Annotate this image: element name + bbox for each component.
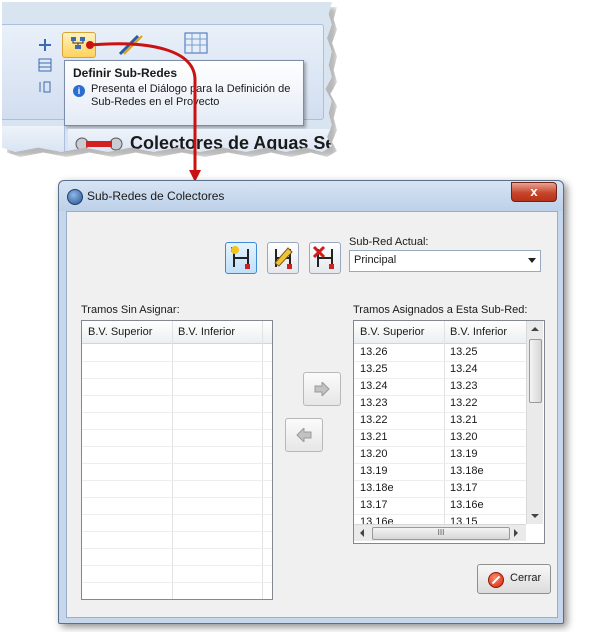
cell-bv-superior: 13.25	[360, 363, 388, 375]
assigned-grid[interactable]: B.V. Superior B.V. Inferior 13.26 13.25 13…	[353, 320, 545, 544]
cerrar-button-label: Cerrar	[510, 572, 542, 584]
move-right-button[interactable]	[303, 372, 341, 406]
assigned-vertical-scrollbar[interactable]	[526, 321, 543, 524]
ribbon-small-icon-2[interactable]	[38, 58, 52, 72]
unassigned-grid[interactable]: B.V. Superior B.V. Inferior	[81, 320, 273, 600]
dialog-title: Sub-Redes de Colectores	[87, 189, 225, 203]
table-row[interactable]: 13.23 13.22	[354, 395, 526, 413]
cell-bv-inferior: 13.17	[450, 482, 478, 494]
table-row[interactable]	[82, 531, 272, 549]
table-row[interactable]: 13.18e 13.17	[354, 480, 526, 498]
cell-bv-inferior: 13.25	[450, 346, 478, 358]
pencil-ruler-icon[interactable]	[118, 32, 144, 56]
unassigned-grid-header: B.V. Superior B.V. Inferior	[82, 321, 272, 344]
assigned-label: Tramos Asignados a Esta Sub-Red:	[353, 304, 528, 316]
table-row[interactable]	[82, 582, 272, 599]
col-bv-inferior[interactable]: B.V. Inferior	[178, 326, 235, 338]
delete-subred-icon	[312, 245, 334, 269]
dialog-client-area: Sub-Red Actual: Principal Tramos Sin Asi…	[66, 211, 558, 618]
arrow-left-icon	[296, 428, 312, 442]
cell-bv-superior: 13.18e	[360, 482, 394, 494]
stop-icon	[488, 572, 504, 588]
table-row[interactable]	[82, 429, 272, 447]
chevron-down-icon[interactable]	[528, 258, 536, 263]
table-row[interactable]: 13.20 13.19	[354, 446, 526, 464]
table-row[interactable]	[82, 463, 272, 481]
assigned-horizontal-scrollbar[interactable]: III	[354, 524, 526, 541]
cell-bv-inferior: 13.22	[450, 397, 478, 409]
table-row[interactable]	[82, 378, 272, 396]
scroll-down-icon[interactable]	[531, 514, 539, 518]
table-row[interactable]	[82, 548, 272, 566]
cell-bv-superior: 13.21	[360, 431, 388, 443]
ribbon-screenshot-fragment: Definir Sub-Redes i Presenta el Diálogo …	[2, 2, 342, 160]
table-row[interactable]	[82, 565, 272, 583]
table-row[interactable]	[82, 446, 272, 464]
col-bv-inferior[interactable]: B.V. Inferior	[450, 326, 507, 338]
edit-subred-icon	[274, 247, 293, 269]
ribbon-small-icon-1[interactable]	[38, 38, 52, 52]
table-row[interactable]: 13.21 13.20	[354, 429, 526, 447]
network-icon	[70, 36, 86, 50]
cell-bv-superior: 13.23	[360, 397, 388, 409]
scroll-up-icon[interactable]	[531, 327, 539, 331]
unassigned-label: Tramos Sin Asignar:	[81, 304, 180, 316]
subredes-dialog: Sub-Redes de Colectores x Sub-Red Actual…	[58, 180, 564, 624]
window-close-button[interactable]: x	[511, 182, 557, 202]
fragment-paper: Definir Sub-Redes i Presenta el Diálogo …	[2, 2, 332, 152]
subred-select-value: Principal	[354, 254, 397, 266]
table-row[interactable]	[82, 514, 272, 532]
ribbon-tooltip: Definir Sub-Redes i Presenta el Diálogo …	[64, 60, 304, 126]
scroll-left-icon[interactable]	[360, 529, 364, 537]
table-row[interactable]	[82, 480, 272, 498]
info-icon: i	[73, 85, 85, 97]
move-left-button[interactable]	[285, 418, 323, 452]
cerrar-button[interactable]: Cerrar	[477, 564, 551, 594]
cell-bv-inferior: 13.19	[450, 448, 478, 460]
app-icon	[67, 189, 83, 205]
scroll-right-icon[interactable]	[514, 529, 518, 537]
assigned-grid-header: B.V. Superior B.V. Inferior	[354, 321, 526, 344]
col-bv-superior[interactable]: B.V. Superior	[360, 326, 424, 338]
cell-bv-superior: 13.24	[360, 380, 388, 392]
table-row[interactable]	[82, 395, 272, 413]
cell-bv-inferior: 13.18e	[450, 465, 484, 477]
add-subred-button[interactable]	[225, 242, 257, 274]
add-subred-icon	[231, 246, 250, 269]
cell-bv-inferior: 13.23	[450, 380, 478, 392]
calculator-icon[interactable]	[184, 32, 208, 54]
table-row[interactable]: 13.25 13.24	[354, 361, 526, 379]
tooltip-description: Presenta el Diálogo para la Definición d…	[91, 83, 291, 108]
table-row[interactable]	[82, 361, 272, 379]
cell-bv-superior: 13.26	[360, 346, 388, 358]
arrow-right-icon	[314, 382, 330, 396]
table-row[interactable]	[82, 412, 272, 430]
edit-subred-button[interactable]	[267, 242, 299, 274]
cell-bv-superior: 13.20	[360, 448, 388, 460]
subred-actual-label: Sub-Red Actual:	[349, 236, 429, 248]
table-row[interactable]	[82, 344, 272, 362]
ribbon-small-icon-3[interactable]	[38, 80, 52, 94]
tooltip-title: Definir Sub-Redes	[73, 66, 178, 80]
cell-bv-superior: 13.19	[360, 465, 388, 477]
subred-select[interactable]: Principal	[349, 250, 541, 272]
table-row[interactable]: 13.19 13.18e	[354, 463, 526, 481]
cell-bv-superior: 13.22	[360, 414, 388, 426]
vertical-scroll-thumb[interactable]	[529, 339, 542, 403]
table-row[interactable]: 13.26 13.25	[354, 344, 526, 362]
table-row[interactable]: 13.22 13.21	[354, 412, 526, 430]
cell-bv-inferior: 13.21	[450, 414, 478, 426]
table-row[interactable]	[82, 497, 272, 515]
cell-bv-inferior: 13.16e	[450, 499, 484, 511]
cell-bv-inferior: 13.20	[450, 431, 478, 443]
delete-subred-button[interactable]	[309, 242, 341, 274]
horizontal-scroll-thumb[interactable]: III	[372, 527, 510, 540]
table-row[interactable]: 13.24 13.23	[354, 378, 526, 396]
cell-bv-inferior: 13.24	[450, 363, 478, 375]
cell-bv-superior: 13.17	[360, 499, 388, 511]
dialog-titlebar[interactable]: Sub-Redes de Colectores x	[59, 181, 563, 211]
col-bv-superior[interactable]: B.V. Superior	[88, 326, 152, 338]
table-row[interactable]: 13.17 13.16e	[354, 497, 526, 515]
